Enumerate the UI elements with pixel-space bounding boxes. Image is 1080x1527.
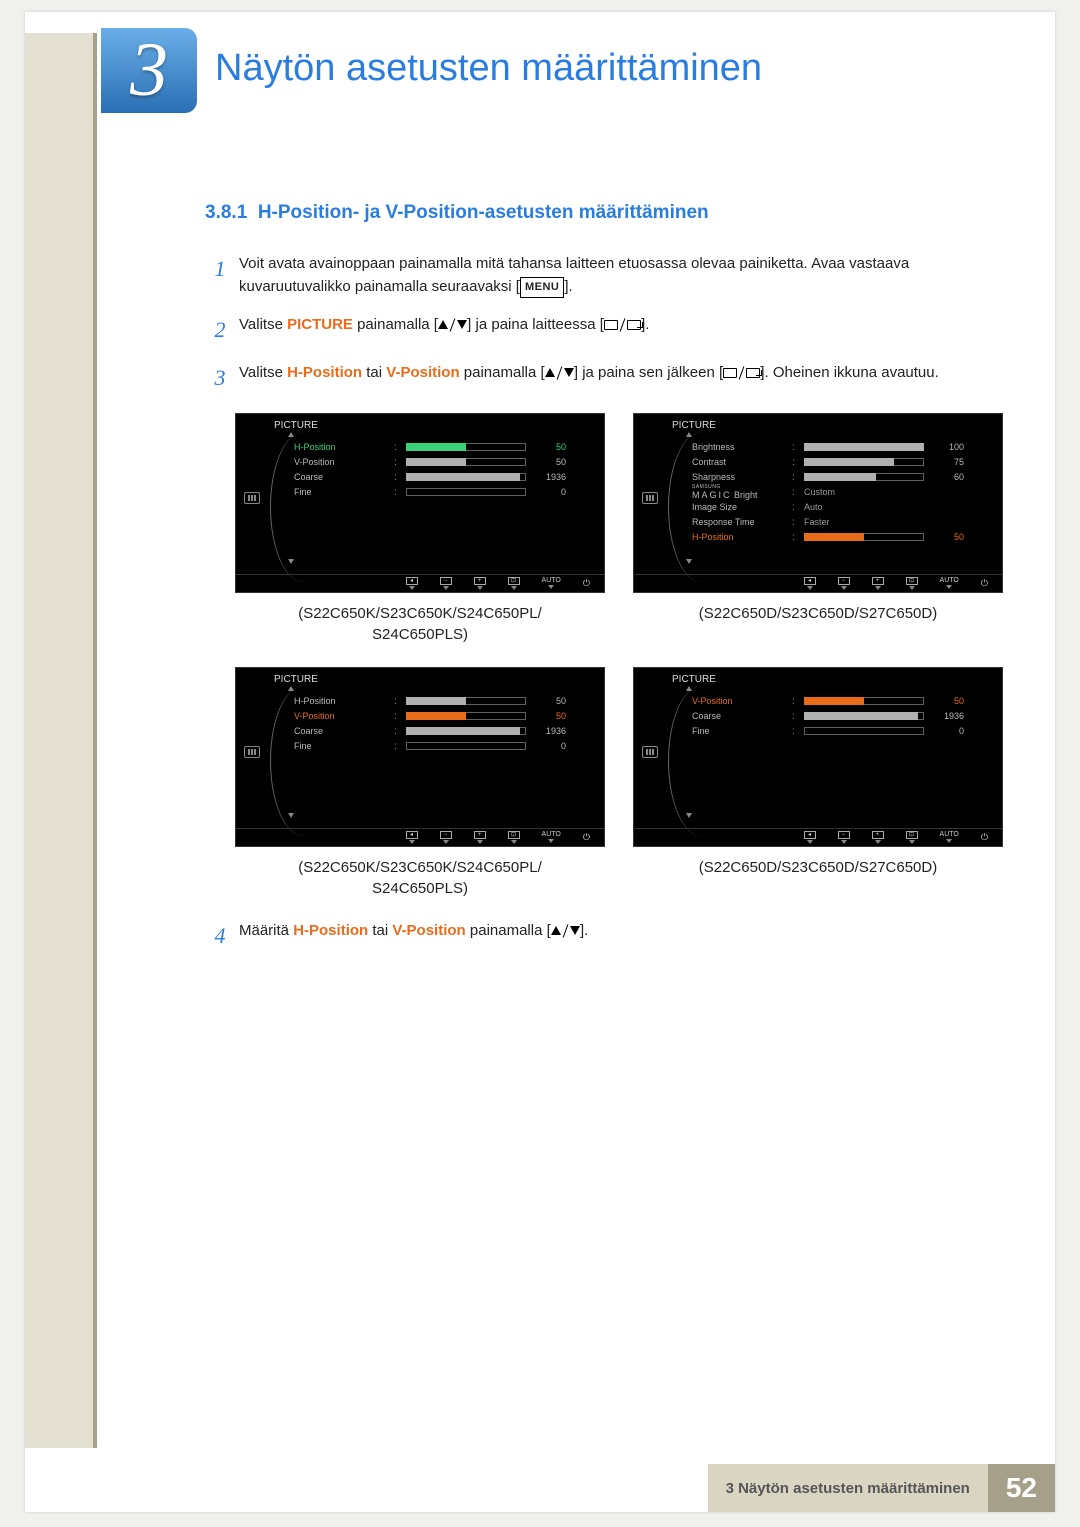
step-body-3: Valitse H-Position tai V-Position painam… [235, 361, 1005, 395]
text: painamalla [ [460, 364, 545, 381]
osd-row-1: PICTUREH-Position:50V-Position:50Coarse:… [235, 413, 1005, 645]
up-down-icons [551, 924, 580, 938]
step-num-1: 1 [205, 252, 235, 299]
up-down-icons [545, 366, 574, 380]
text: tai [368, 922, 392, 939]
triangle-down-icon [457, 320, 467, 329]
rect-enter-icon [627, 320, 641, 330]
step-body-2: Valitse PICTURE painamalla [ ] ja paina l… [235, 313, 1005, 347]
osd-panel-4: PICTUREV-Position:50Coarse:1936Fine:0◂−+… [633, 667, 1003, 847]
osd-row-2: PICTUREH-Position:50V-Position:50Coarse:… [235, 667, 1005, 899]
text: painamalla [ [353, 316, 438, 333]
triangle-down-icon [570, 926, 580, 935]
triangle-up-icon [545, 368, 555, 377]
step-num-4: 4 [205, 919, 235, 953]
text: Määritä [239, 922, 293, 939]
subheading: 3.8.1 H-Position- ja V-Position-asetuste… [205, 202, 1005, 224]
step-body-4: Määritä H-Position tai V-Position painam… [235, 919, 1005, 953]
vpos-label: V-Position [386, 364, 459, 381]
legend-icons [723, 366, 760, 380]
up-down-icons [438, 318, 467, 332]
triangle-down-icon [564, 368, 574, 377]
subheading-num: 3.8.1 [205, 202, 247, 223]
osd-panel-2: PICTUREBrightness:100Contrast:75Sharpnes… [633, 413, 1003, 593]
osd-caption-2: (S22C650D/S23C650D/S27C650D) [633, 603, 1003, 624]
sidebar-strip [25, 33, 97, 1448]
footer-page: 52 [988, 1464, 1055, 1512]
triangle-up-icon [551, 926, 561, 935]
step-1: 1 Voit avata avainoppaan painamalla mitä… [205, 252, 1005, 299]
hpos-label: H-Position [293, 922, 368, 939]
step-num-2: 2 [205, 313, 235, 347]
text: ]. [580, 922, 588, 939]
footer-label: 3 Näytön asetusten määrittäminen [708, 1464, 988, 1512]
picture-label: PICTURE [287, 316, 353, 333]
text: ] ja paina laitteessa [ [467, 316, 604, 333]
text: Valitse [239, 316, 287, 333]
step-4: 4 Määritä H-Position tai V-Position pain… [205, 919, 1005, 953]
osd-panel-3: PICTUREH-Position:50V-Position:50Coarse:… [235, 667, 605, 847]
osd-caption-1: (S22C650K/S23C650K/S24C650PL/S24C650PLS) [235, 603, 605, 645]
osd-panel-1: PICTUREH-Position:50V-Position:50Coarse:… [235, 413, 605, 593]
osd-caption-3: (S22C650K/S23C650K/S24C650PL/S24C650PLS) [235, 857, 605, 899]
text: Voit avata avainoppaan painamalla mitä t… [239, 255, 909, 295]
page: 3 Näytön asetusten määrittäminen 3.8.1 H… [25, 12, 1055, 1512]
chapter-number: 3 [130, 27, 168, 114]
subheading-text: H-Position- ja V-Position-asetusten määr… [258, 202, 709, 223]
text: ]. Oheinen ikkuna avautuu. [760, 364, 938, 381]
text: tai [362, 364, 386, 381]
step-body-1: Voit avata avainoppaan painamalla mitä t… [235, 252, 1005, 299]
rect-icon [723, 368, 737, 378]
rect-icon [604, 320, 618, 330]
footer: 3 Näytön asetusten määrittäminen 52 [25, 1464, 1055, 1512]
content: 3.8.1 H-Position- ja V-Position-asetuste… [205, 202, 1005, 967]
text: ] ja paina sen jälkeen [ [574, 364, 723, 381]
rect-enter-icon [746, 368, 760, 378]
text: Valitse [239, 364, 287, 381]
text: ]. [564, 278, 572, 295]
triangle-up-icon [438, 320, 448, 329]
step-2: 2 Valitse PICTURE painamalla [ ] ja paina… [205, 313, 1005, 347]
legend-icons [604, 318, 641, 332]
step-3: 3 Valitse H-Position tai V-Position pain… [205, 361, 1005, 395]
menu-chip: MENU [520, 277, 564, 298]
hpos-label: H-Position [287, 364, 362, 381]
step-num-3: 3 [205, 361, 235, 395]
osd-caption-4: (S22C650D/S23C650D/S27C650D) [633, 857, 1003, 878]
vpos-label: V-Position [392, 922, 465, 939]
text: painamalla [ [466, 922, 551, 939]
chapter-title: Näytön asetusten määrittäminen [215, 47, 762, 90]
chapter-tab: 3 [101, 28, 197, 113]
